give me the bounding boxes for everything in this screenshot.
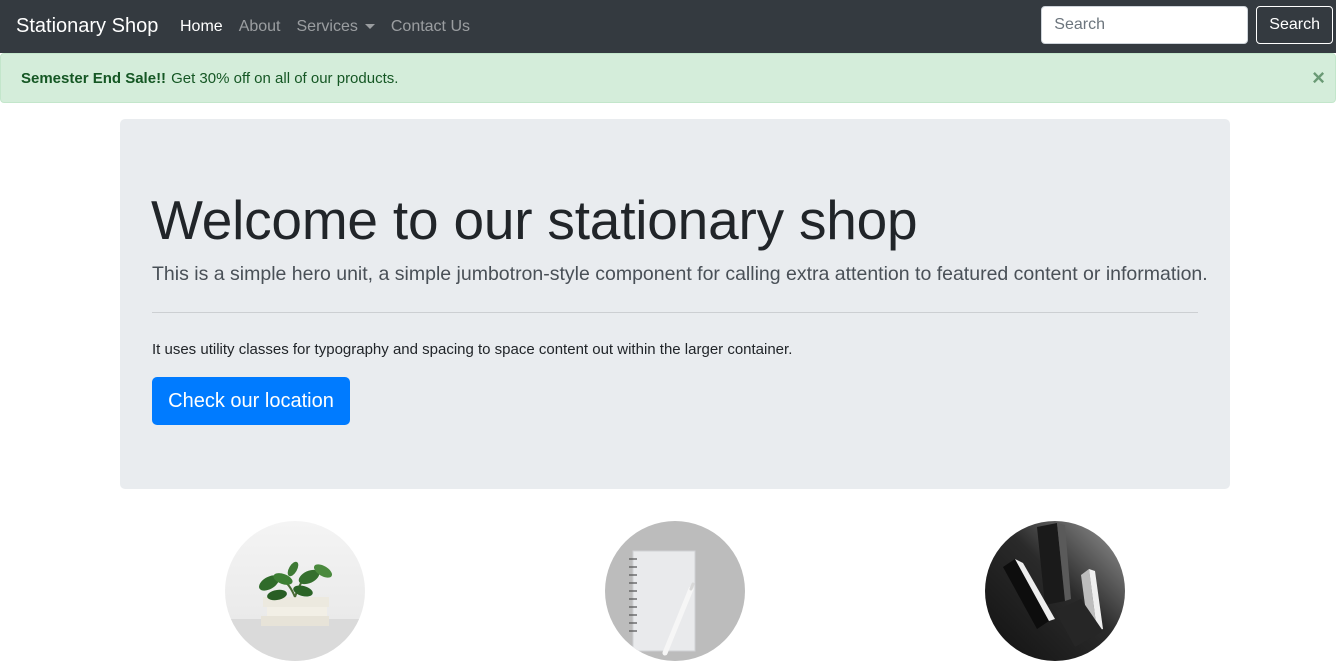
check-location-button[interactable]: Check our location <box>152 377 350 425</box>
search-form: Search <box>1041 6 1333 44</box>
nav-item-contact[interactable]: Contact Us <box>383 15 478 39</box>
sale-alert: Semester End Sale!! Get 30% off on all o… <box>0 53 1336 103</box>
jumbotron: Welcome to our stationary shop This is a… <box>120 119 1230 489</box>
nav-item-services-label: Services <box>296 17 358 35</box>
nav-links: Home About Services Contact Us <box>172 0 478 53</box>
search-input[interactable] <box>1041 6 1249 44</box>
jumbotron-text: It uses utility classes for typography a… <box>152 341 793 358</box>
nav-item-services-dropdown[interactable]: Services <box>289 15 383 39</box>
search-button[interactable]: Search <box>1256 6 1333 44</box>
nav-item-about[interactable]: About <box>231 15 289 39</box>
black-blocks-image <box>985 521 1125 661</box>
close-icon[interactable]: × <box>1312 67 1325 89</box>
alert-text: Get 30% off on all of our products. <box>171 69 399 87</box>
jumbotron-title: Welcome to our stationary shop <box>151 189 918 251</box>
navbar: Stationary Shop Home About Services Cont… <box>0 0 1336 53</box>
notebook-and-pen-image <box>605 521 745 661</box>
brand-logo[interactable]: Stationary Shop <box>16 12 158 40</box>
jumbotron-lead: This is a simple hero unit, a simple jum… <box>152 263 1208 285</box>
nav-item-home[interactable]: Home <box>172 15 231 39</box>
divider <box>152 312 1198 313</box>
alert-strong-text: Semester End Sale!! <box>21 69 167 87</box>
plant-on-books-image <box>225 521 365 661</box>
caret-down-icon <box>364 24 375 29</box>
